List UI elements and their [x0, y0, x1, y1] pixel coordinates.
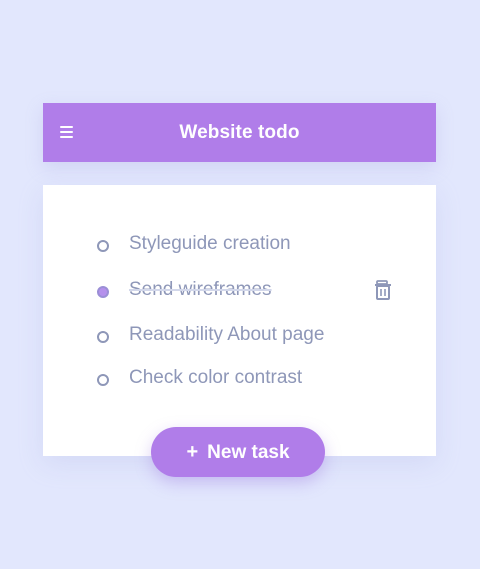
task-list-card: Styleguide creation Send wireframes Read… [43, 185, 436, 456]
task-item: Send wireframes [43, 272, 436, 312]
task-checkbox[interactable] [97, 240, 109, 252]
task-item: Readability About page [43, 317, 436, 357]
new-task-label: New task [207, 442, 290, 463]
task-label[interactable]: Styleguide creation [129, 226, 291, 262]
plus-icon: + [186, 441, 199, 463]
trash-icon[interactable] [374, 280, 392, 302]
task-checkbox[interactable] [97, 374, 109, 386]
task-label[interactable]: Check color contrast [129, 360, 302, 396]
task-checkbox-checked[interactable] [97, 286, 109, 298]
task-label[interactable]: Readability About page [129, 317, 324, 353]
new-task-button[interactable]: + New task [151, 427, 325, 477]
task-item: Check color contrast [43, 360, 436, 400]
task-checkbox[interactable] [97, 331, 109, 343]
app-header: Website todo [43, 103, 436, 162]
task-label-completed[interactable]: Send wireframes [129, 272, 272, 308]
page-title: Website todo [179, 122, 300, 143]
task-item: Styleguide creation [43, 226, 436, 266]
